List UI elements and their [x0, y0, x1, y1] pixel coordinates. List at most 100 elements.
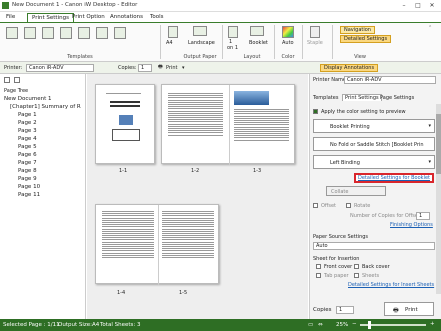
tab-print-option[interactable]: Print Option: [68, 13, 109, 22]
copies-label: Copies:: [118, 65, 137, 71]
color-mode-icon[interactable]: [282, 26, 294, 38]
tree-page[interactable]: Page 10: [18, 184, 40, 190]
ribbon-separator: [332, 25, 333, 59]
offset-label: Offset: [321, 203, 337, 209]
tree-root[interactable]: New Document 1: [4, 96, 52, 102]
printer-name-label: Printer Name: [313, 77, 346, 83]
close-button[interactable]: ✕: [425, 0, 439, 11]
tab-print-settings[interactable]: Print Settings: [27, 13, 74, 22]
zoom-value[interactable]: 25%: [336, 322, 348, 328]
total-sheets-status: Total Sheets: 3: [100, 322, 141, 328]
tab-tools[interactable]: Tools: [146, 13, 168, 22]
offset-checkbox[interactable]: [313, 203, 318, 210]
tree-page[interactable]: Page 5: [18, 144, 37, 150]
print-button[interactable]: Print: [166, 65, 178, 71]
insert-sheets-link[interactable]: Detailed Settings for Insert Sheets: [348, 282, 434, 288]
print-label: Print: [405, 307, 418, 313]
page-thumbnail[interactable]: [95, 84, 155, 164]
staple-icon[interactable]: [310, 26, 320, 38]
detailed-settings-toggle[interactable]: Detailed Settings: [340, 35, 392, 43]
template-icon-4[interactable]: [60, 27, 72, 39]
detailed-settings-booklet-link[interactable]: Detailed Settings for Booklet: [358, 175, 430, 181]
copies-input[interactable]: 1: [138, 64, 152, 72]
paper-source-label: Paper Source Settings: [313, 234, 369, 240]
sheet-insertion-label: Sheet for Insertion: [313, 256, 360, 262]
copies-input-panel[interactable]: 1: [336, 306, 354, 314]
tree-chapter[interactable]: [Chapter1] Summary of R: [10, 104, 81, 110]
fit-page-icon[interactable]: ▭: [308, 322, 313, 328]
template-icon-7[interactable]: [114, 27, 126, 39]
output-size-status: Output Size:A4: [58, 322, 100, 328]
fold-select[interactable]: No Fold or Saddle Stitch [Booklet Prin: [313, 137, 435, 151]
finishing-options-link[interactable]: Finishing Options: [390, 222, 433, 228]
paper-size-icon[interactable]: [168, 26, 178, 38]
pages-per-sheet-icon[interactable]: [228, 26, 238, 38]
copies-offset-input[interactable]: 1: [416, 212, 430, 220]
spread-thumbnail[interactable]: [161, 84, 295, 165]
zoom-slider[interactable]: [360, 321, 426, 329]
tab-templates[interactable]: Templates: [313, 95, 338, 101]
orientation-icon[interactable]: [193, 26, 207, 36]
paper-source-select[interactable]: Auto: [313, 242, 435, 250]
apply-color-checkbox[interactable]: [313, 109, 318, 116]
display-annotations-toggle[interactable]: Display Annotations: [320, 64, 379, 72]
attachment-tab-icon[interactable]: [14, 77, 20, 83]
printer-name-select[interactable]: Canon iR-ADV: [344, 76, 436, 84]
back-cover-checkbox[interactable]: [354, 264, 359, 271]
tab-print-settings-panel[interactable]: Print Settings: [342, 94, 382, 101]
tree-tab-icon[interactable]: [4, 77, 10, 83]
tree-page[interactable]: Page 8: [18, 168, 37, 174]
sheets-checkbox[interactable]: [354, 273, 359, 280]
fit-width-icon[interactable]: ⇔: [318, 322, 323, 328]
chevron-down-icon: ▾: [428, 159, 431, 165]
template-icon-5[interactable]: [78, 27, 90, 39]
page-label: 1-3: [253, 168, 262, 174]
paper-size-value[interactable]: A4: [166, 40, 173, 46]
tab-paper-label: Tab paper: [324, 273, 349, 279]
template-icon-1[interactable]: [6, 27, 18, 39]
spread-thumbnail[interactable]: [95, 204, 219, 285]
ribbon-separator: [160, 25, 161, 59]
tree-page[interactable]: Page 6: [18, 152, 37, 158]
tab-page-settings[interactable]: Page Settings: [380, 95, 414, 101]
front-cover-checkbox[interactable]: [316, 264, 321, 271]
printer-select[interactable]: Canon iR-ADV: [26, 64, 94, 72]
tree-page[interactable]: Page 11: [18, 192, 40, 198]
collate-select[interactable]: Collate: [326, 186, 386, 196]
staple-value[interactable]: Staple: [307, 40, 323, 46]
maximize-button[interactable]: □: [411, 0, 425, 11]
binding-select[interactable]: Left Binding ▾: [313, 155, 435, 169]
booklet-icon[interactable]: [250, 26, 264, 36]
print-icon[interactable]: 🖶: [158, 64, 163, 72]
tree-page[interactable]: Page 3: [18, 128, 37, 134]
tab-paper-checkbox[interactable]: [316, 273, 321, 280]
binding-value: Left Binding: [330, 160, 360, 166]
minimize-button[interactable]: –: [397, 0, 411, 11]
collapse-ribbon-icon[interactable]: ⌃: [428, 25, 432, 31]
navigation-toggle[interactable]: Navigation: [340, 26, 375, 34]
orientation-value[interactable]: Landscape: [188, 40, 215, 46]
rotate-checkbox[interactable]: [346, 203, 351, 210]
tree-page[interactable]: Page 1: [18, 112, 37, 118]
template-icon-3[interactable]: [42, 27, 54, 39]
tree-page[interactable]: Page 2: [18, 120, 37, 126]
template-icon-2[interactable]: [24, 27, 36, 39]
print-button-panel[interactable]: 🖶 Print: [384, 302, 434, 316]
zoom-out-icon[interactable]: −: [352, 321, 357, 327]
preview-area: 1-1 1-2 1-3 1-4 1-5: [87, 74, 308, 319]
zoom-in-icon[interactable]: +: [430, 321, 435, 327]
pages-per-sheet-unit: on 1: [227, 45, 238, 51]
page-label: 1-4: [117, 290, 126, 296]
finishing-value[interactable]: Booklet: [249, 40, 268, 46]
app-icon: [2, 2, 9, 9]
dropdown-icon[interactable]: ▾: [182, 65, 185, 71]
scrollbar[interactable]: [436, 104, 441, 294]
booklet-printing-select[interactable]: Booklet Printing ▾: [313, 119, 435, 133]
template-icon-6[interactable]: [96, 27, 108, 39]
tree-page[interactable]: Page 4: [18, 136, 37, 142]
tab-annotations[interactable]: Annotations: [106, 13, 147, 22]
tree-page[interactable]: Page 9: [18, 176, 37, 182]
color-mode-value[interactable]: Auto: [282, 40, 294, 46]
tab-file[interactable]: File: [2, 13, 19, 22]
tree-page[interactable]: Page 7: [18, 160, 37, 166]
